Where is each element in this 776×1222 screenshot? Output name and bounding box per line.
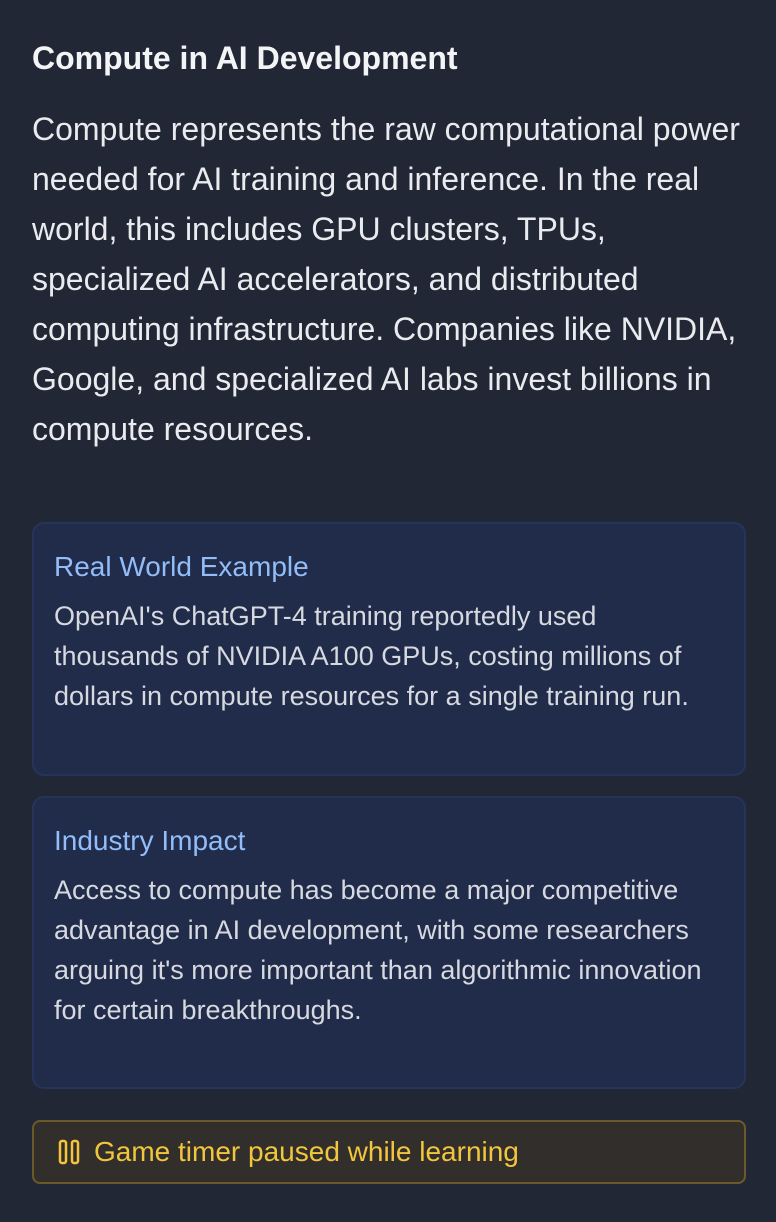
card-body: Access to compute has become a major com… xyxy=(54,875,702,1025)
card-title: Real World Example xyxy=(54,551,309,582)
real-world-example-card: Real World Example OpenAI's ChatGPT-4 tr… xyxy=(32,522,746,776)
pause-icon xyxy=(58,1139,80,1165)
timer-status-text: Game timer paused while learning xyxy=(94,1136,519,1167)
page-title: Compute in AI Development xyxy=(32,40,458,76)
intro-paragraph: Compute represents the raw computational… xyxy=(32,111,740,447)
timer-paused-banner: Game timer paused while learning xyxy=(32,1120,746,1184)
card-body: OpenAI's ChatGPT-4 training reportedly u… xyxy=(54,601,689,711)
card-title: Industry Impact xyxy=(54,825,246,856)
industry-impact-card: Industry Impact Access to compute has be… xyxy=(32,796,746,1089)
